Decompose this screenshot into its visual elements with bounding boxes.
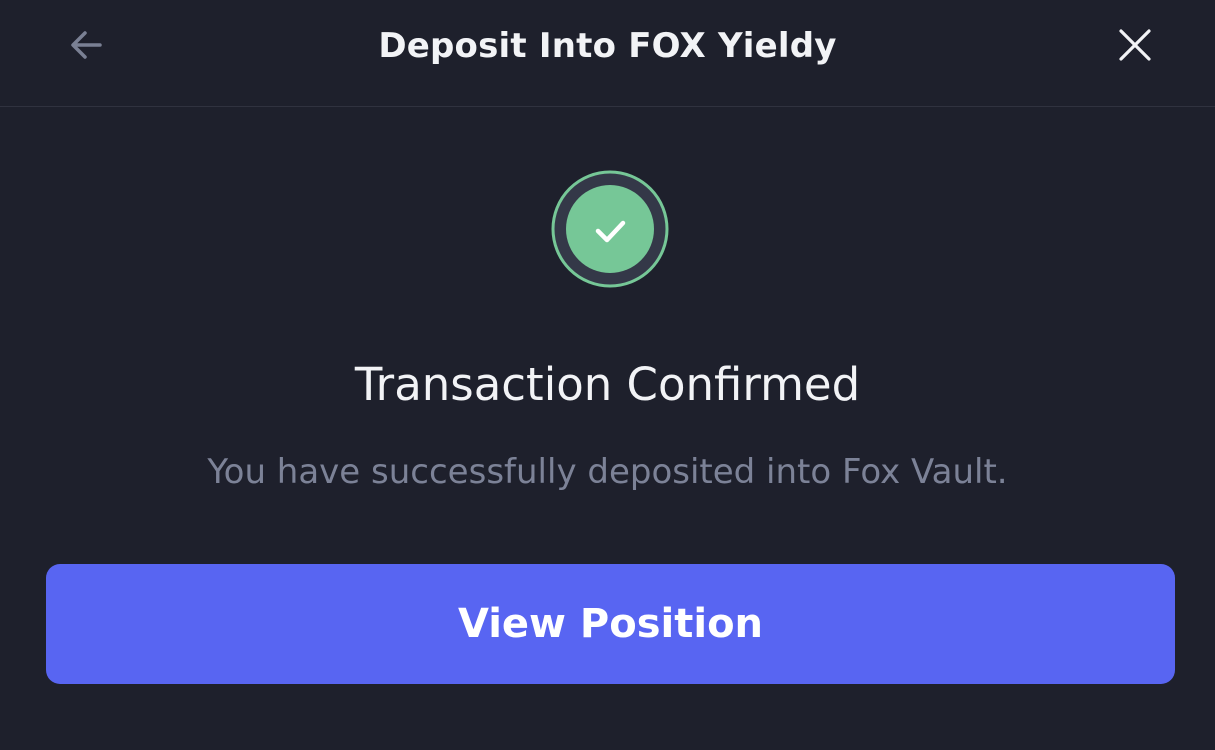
modal-header: Deposit Into FOX Yieldy [0, 0, 1215, 107]
modal-title: Deposit Into FOX Yieldy [378, 26, 837, 66]
status-message: You have successfully deposited into Fox… [207, 452, 1008, 492]
view-position-button[interactable]: View Position [46, 564, 1175, 684]
close-button[interactable] [1110, 23, 1160, 71]
status-title: Transaction Confirmed [354, 358, 861, 411]
deposit-modal: Deposit Into FOX Yieldy Transaction Conf… [0, 0, 1215, 750]
close-icon [1117, 27, 1153, 67]
check-circle-icon [551, 170, 669, 288]
